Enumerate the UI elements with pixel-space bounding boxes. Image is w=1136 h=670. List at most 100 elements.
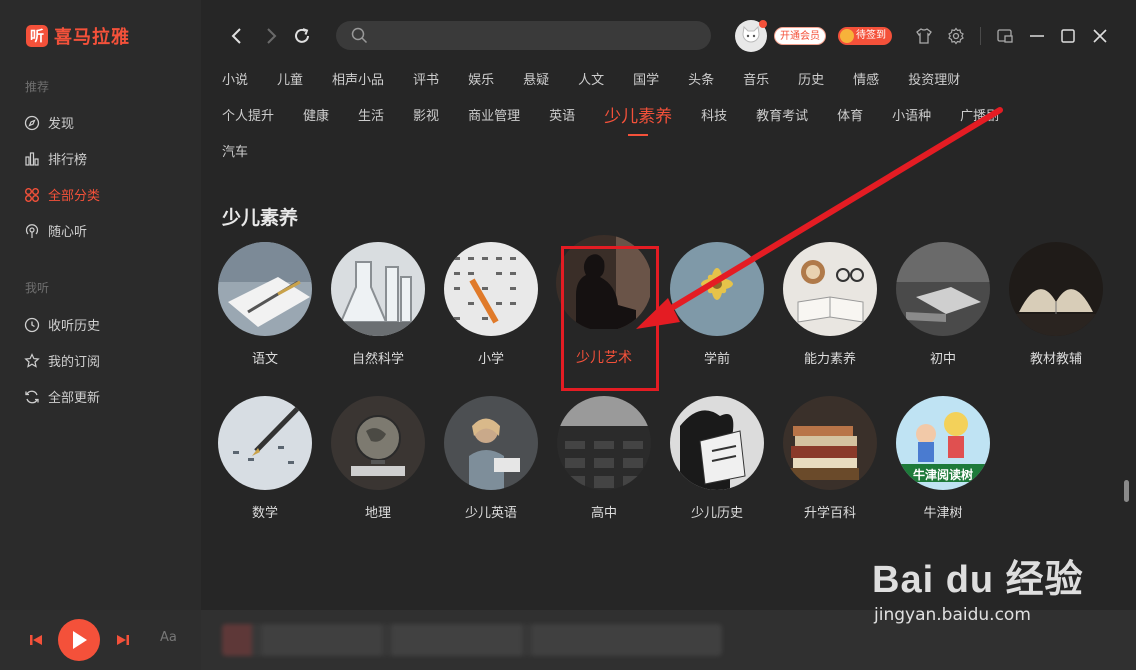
now-playing-blurred: [222, 624, 722, 656]
avatar[interactable]: [735, 20, 767, 52]
sidebar-section-recommend: 推荐: [25, 80, 50, 94]
tile-label: 数学: [251, 506, 278, 521]
tile-label: 自然科学: [351, 352, 404, 367]
category-tab[interactable]: 教育考试: [756, 105, 808, 124]
subcategory-tile[interactable]: 地理: [330, 396, 426, 521]
subcategory-tile[interactable]: 高中: [556, 396, 652, 521]
category-tab[interactable]: 人文: [578, 69, 604, 88]
category-tab-active[interactable]: 少儿素养: [604, 102, 672, 136]
forward-button[interactable]: [261, 26, 281, 46]
category-tab[interactable]: 个人提升: [222, 105, 274, 124]
logo-text: 喜马拉雅: [54, 27, 130, 48]
category-tab[interactable]: 投资理财: [908, 69, 960, 88]
category-tab[interactable]: 国学: [633, 69, 659, 88]
sidebar-section-mine: 我听: [25, 281, 50, 295]
subcategory-tile[interactable]: 牛津阅读树 牛津树: [895, 396, 991, 521]
back-button[interactable]: [227, 26, 247, 46]
category-tab[interactable]: 儿童: [277, 69, 303, 88]
subcategory-tile[interactable]: 初中: [895, 242, 991, 367]
subcategory-tile[interactable]: 小学: [443, 242, 539, 367]
history-kids-thumbnail: [670, 396, 764, 490]
gear-icon: [948, 27, 964, 45]
geography-thumbnail: [331, 396, 425, 490]
tile-label: 语文: [251, 352, 278, 367]
textbook-thumbnail: [1009, 242, 1103, 336]
category-tab[interactable]: 体育: [837, 105, 863, 124]
category-tab[interactable]: 相声小品: [332, 69, 384, 88]
category-tab[interactable]: 科技: [701, 105, 727, 124]
settings-button[interactable]: [947, 27, 965, 45]
chart-icon: [25, 151, 39, 166]
tile-label: 升学百科: [803, 506, 856, 521]
close-button[interactable]: [1091, 27, 1109, 45]
previous-icon: [30, 635, 42, 645]
tile-label: 少儿历史: [690, 506, 743, 521]
vip-button[interactable]: 开通会员: [774, 27, 826, 45]
subcategory-tile[interactable]: 少儿历史: [669, 396, 765, 521]
sidebar-item-label: 我的订阅: [48, 355, 101, 370]
font-size-button[interactable]: Aa: [160, 630, 177, 645]
mini-window-icon: [997, 29, 1013, 43]
category-tab[interactable]: 评书: [413, 69, 439, 88]
subcategory-tile[interactable]: 少儿英语: [443, 396, 539, 521]
category-tab[interactable]: 悬疑: [523, 69, 549, 88]
app-window: 听 喜马拉雅 推荐 发现 排行榜 全部分类 随心听 我听 收听历史 我的订阅 全…: [0, 0, 1136, 670]
sign-in-button[interactable]: 待签到: [838, 27, 892, 45]
sidebar-item-label: 全部更新: [48, 391, 101, 406]
category-tab[interactable]: 娱乐: [468, 69, 494, 88]
subcategory-tile[interactable]: 能力素养: [782, 242, 878, 367]
subcategory-tile[interactable]: 数学: [217, 396, 313, 521]
tile-label: 地理: [364, 506, 391, 521]
refresh-icon: [295, 28, 309, 43]
sidebar-item-ranking[interactable]: 排行榜: [24, 149, 87, 168]
subcategory-tile[interactable]: 升学百科: [782, 396, 878, 521]
minimize-button[interactable]: [1028, 27, 1046, 45]
sidebar-item-all-categories[interactable]: 全部分类: [24, 185, 100, 204]
category-tab[interactable]: 头条: [688, 69, 714, 88]
close-icon: [1093, 29, 1107, 43]
category-tab[interactable]: 小说: [222, 69, 248, 88]
player-controls: Aa: [0, 610, 201, 670]
subcategory-tile[interactable]: 自然科学: [330, 242, 426, 367]
sidebar: 听 喜马拉雅 推荐 发现 排行榜 全部分类 随心听 我听 收听历史 我的订阅 全…: [0, 0, 201, 610]
category-tab[interactable]: 健康: [303, 105, 329, 124]
sidebar-item-discover[interactable]: 发现: [24, 113, 74, 132]
next-button[interactable]: [115, 632, 131, 648]
category-tab[interactable]: 生活: [358, 105, 384, 124]
topbar: 开通会员 待签到: [201, 0, 1136, 70]
sidebar-item-subscriptions[interactable]: 我的订阅: [24, 351, 100, 370]
category-tab[interactable]: 历史: [798, 69, 824, 88]
sidebar-item-all-updates[interactable]: 全部更新: [24, 387, 100, 406]
sidebar-item-history[interactable]: 收听历史: [24, 315, 100, 334]
category-tab[interactable]: 影视: [413, 105, 439, 124]
category-tab[interactable]: 广播剧: [960, 105, 999, 124]
sign-in-label: 待签到: [856, 30, 886, 41]
notification-dot: [759, 20, 767, 28]
category-tab[interactable]: 音乐: [743, 69, 769, 88]
category-tab[interactable]: 商业管理: [468, 105, 520, 124]
sidebar-item-radio[interactable]: 随心听: [24, 221, 87, 240]
sidebar-item-label: 收听历史: [48, 319, 101, 334]
subcategory-tile[interactable]: 语文: [217, 242, 313, 367]
chevron-right-icon: [267, 28, 277, 44]
play-button[interactable]: [58, 619, 100, 661]
chevron-left-icon: [231, 28, 241, 44]
category-row-1: 小说 儿童 相声小品 评书 娱乐 悬疑 人文 国学 头条 音乐 历史 情感 投资…: [222, 69, 989, 88]
category-tab[interactable]: 情感: [853, 69, 879, 88]
scrollbar-thumb[interactable]: [1124, 480, 1129, 502]
previous-button[interactable]: [28, 632, 44, 648]
oxford-art-text: 牛津阅读树: [912, 468, 973, 482]
category-tab[interactable]: 汽车: [222, 141, 248, 160]
subcategory-tile[interactable]: 学前: [669, 242, 765, 367]
skin-button[interactable]: [915, 27, 933, 45]
subcategory-tile[interactable]: 教材教辅: [1008, 242, 1104, 367]
oxford-tree-thumbnail: 牛津阅读树: [896, 396, 990, 490]
maximize-button[interactable]: [1059, 27, 1077, 45]
reload-button[interactable]: [292, 26, 312, 46]
mini-mode-button[interactable]: [996, 27, 1014, 45]
divider: [980, 27, 981, 45]
category-tab[interactable]: 英语: [549, 105, 575, 124]
category-tab[interactable]: 小语种: [892, 105, 931, 124]
app-logo[interactable]: 听 喜马拉雅: [26, 23, 130, 49]
search-input[interactable]: [336, 21, 711, 50]
